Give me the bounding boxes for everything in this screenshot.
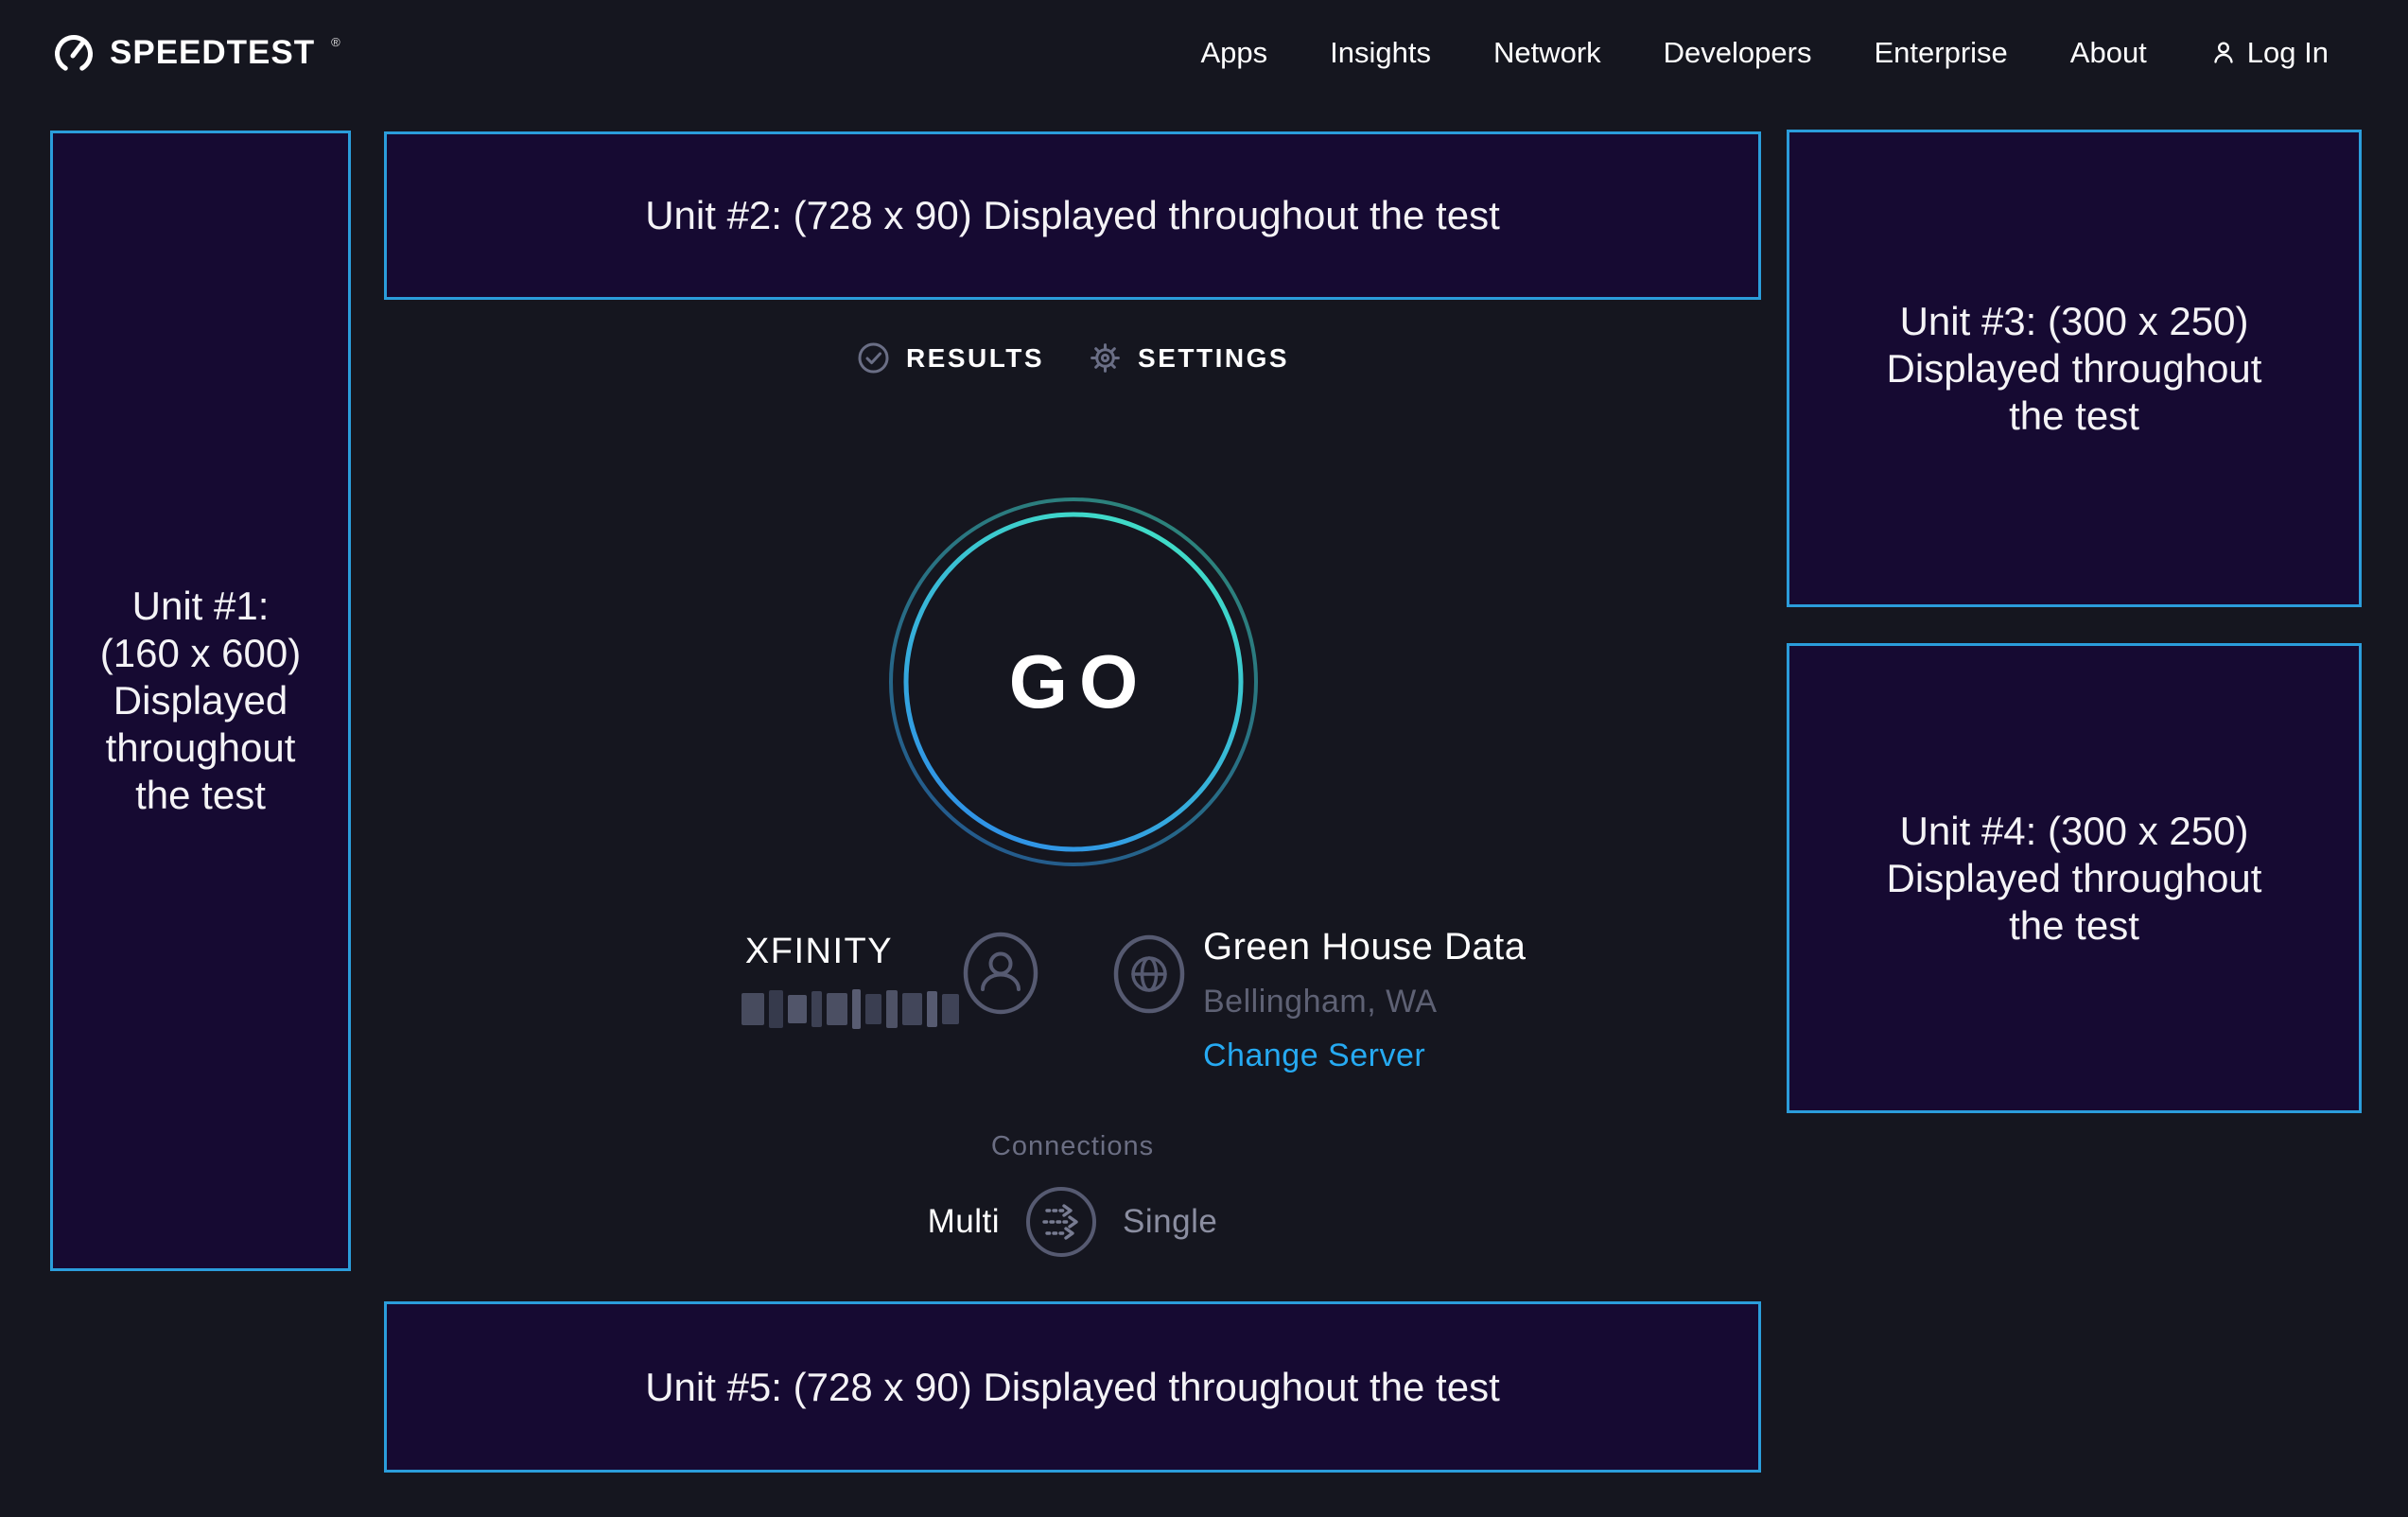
nav-item-network[interactable]: Network [1493, 36, 1601, 70]
main-nav: Apps Insights Network Developers Enterpr… [1200, 36, 2329, 70]
speedtest-logo[interactable]: SPEEDTEST ® [52, 31, 339, 75]
ad-text-line: the test [135, 772, 266, 819]
ad-text-line: throughout [106, 724, 296, 772]
ad-unit-4-300x250: Unit #4: (300 x 250) Displayed throughou… [1787, 643, 2362, 1113]
go-button[interactable]: GO [884, 493, 1263, 871]
nav-item-developers[interactable]: Developers [1664, 36, 1812, 70]
ad-text-line: Unit #4: (300 x 250) [1900, 808, 2249, 855]
ad-unit-5-728x90: Unit #5: (728 x 90) Displayed throughout… [384, 1301, 1761, 1473]
go-button-label: GO [884, 493, 1263, 871]
trademark-mark: ® [331, 35, 340, 49]
connection-info: XFINITY Green House Data Bellingham, WA [384, 913, 1761, 1102]
connections-section: Connections Multi Single [384, 1131, 1761, 1259]
server-name: Green House Data [1203, 926, 1527, 968]
brand-name: SPEEDTEST [110, 34, 315, 72]
ad-text-line: Unit #3: (300 x 250) [1900, 298, 2249, 345]
tab-results[interactable]: RESULTS [856, 340, 1044, 375]
tab-settings[interactable]: SETTINGS [1088, 340, 1289, 375]
login-button[interactable]: Log In [2209, 36, 2329, 70]
ad-text-line: (160 x 600) [100, 630, 301, 677]
ad-unit-2-728x90: Unit #2: (728 x 90) Displayed throughout… [384, 131, 1761, 300]
connections-multi-label[interactable]: Multi [928, 1203, 1000, 1241]
gear-icon [1088, 340, 1123, 375]
isp-name: XFINITY [668, 932, 970, 972]
nav-item-insights[interactable]: Insights [1330, 36, 1431, 70]
server-location: Bellingham, WA [1203, 984, 1527, 1020]
ad-text-line: the test [2009, 902, 2139, 950]
gauge-icon [52, 31, 96, 75]
login-label: Log In [2247, 36, 2329, 70]
ad-unit-3-300x250: Unit #3: (300 x 250) Displayed throughou… [1787, 130, 2362, 607]
change-server-link[interactable]: Change Server [1203, 1037, 1527, 1074]
connections-heading: Connections [384, 1131, 1761, 1162]
ad-text-line: Displayed throughout [1887, 345, 2262, 392]
connections-toggle-row: Multi Single [384, 1185, 1761, 1259]
ad-text-line: Displayed [113, 677, 288, 724]
nav-item-apps[interactable]: Apps [1200, 36, 1267, 70]
tab-results-label: RESULTS [906, 343, 1044, 374]
ad-text-line: Unit #1: [132, 583, 270, 630]
ad-unit-1-160x600: Unit #1: (160 x 600) Displayed throughou… [50, 131, 351, 1271]
connections-single-label[interactable]: Single [1123, 1203, 1217, 1241]
connections-toggle-icon[interactable] [1024, 1185, 1098, 1259]
nav-item-about[interactable]: About [2070, 36, 2147, 70]
ad-text-line: Unit #5: (728 x 90) Displayed throughout… [645, 1364, 1500, 1411]
tab-settings-label: SETTINGS [1138, 343, 1289, 374]
ad-text-line: the test [2009, 392, 2139, 440]
ip-address-redacted [742, 988, 959, 1030]
check-circle-icon [856, 340, 891, 375]
result-settings-tabs: RESULTS SETTINGS [384, 340, 1761, 375]
server-info: Green House Data Bellingham, WA Change S… [1203, 926, 1527, 1074]
ad-text-line: Displayed throughout [1887, 855, 2262, 902]
speedtest-page: SPEEDTEST ® Apps Insights Network Develo… [0, 0, 2408, 1517]
isp-person-icon [962, 931, 1039, 1016]
top-nav: SPEEDTEST ® Apps Insights Network Develo… [0, 0, 2408, 106]
nav-item-enterprise[interactable]: Enterprise [1874, 36, 2007, 70]
server-globe-icon [1112, 933, 1186, 1015]
person-icon [2209, 39, 2238, 67]
ad-text-line: Unit #2: (728 x 90) Displayed throughout… [645, 192, 1500, 239]
